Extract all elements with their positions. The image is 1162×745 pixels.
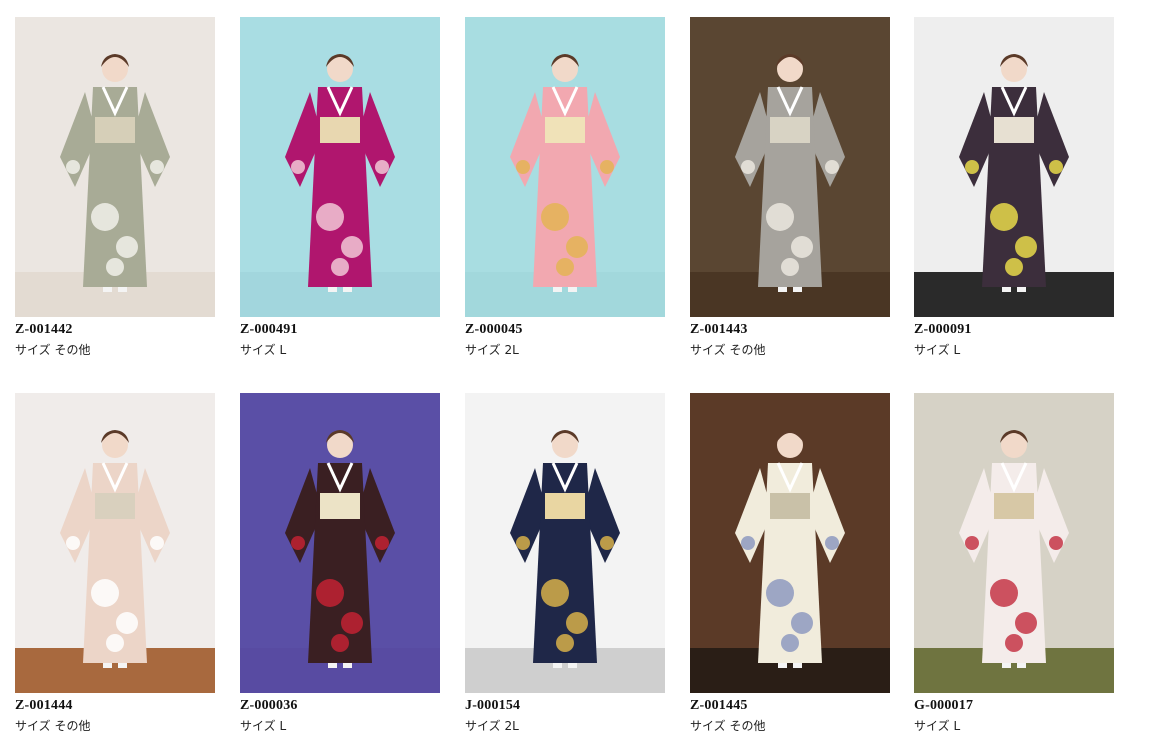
product-code[interactable]: Z-001442: [15, 321, 215, 338]
kimono-photo[interactable]: [465, 393, 665, 693]
furisode-figure-icon: [15, 393, 215, 693]
kimono-photo[interactable]: [465, 17, 665, 317]
furisode-figure-icon: [240, 17, 440, 317]
furisode-figure-icon: [690, 17, 890, 317]
product-code[interactable]: Z-000491: [240, 321, 440, 338]
kimono-photo[interactable]: [914, 17, 1114, 317]
product-code[interactable]: Z-001445: [690, 697, 890, 714]
kimono-photo[interactable]: [690, 17, 890, 317]
kimono-photo[interactable]: [690, 393, 890, 693]
product-size: サイズ その他: [690, 719, 766, 733]
product-card[interactable]: Z-001445 サイズ その他: [690, 393, 890, 734]
product-size: サイズ L: [914, 719, 961, 733]
product-size: サイズ その他: [15, 343, 91, 357]
kimono-catalog-grid: Z-001442 サイズ その他 Z-000491 サイズ L Z-000045…: [0, 0, 1162, 745]
product-code[interactable]: Z-001444: [15, 697, 215, 714]
furisode-figure-icon: [914, 393, 1114, 693]
product-size: サイズ その他: [690, 343, 766, 357]
product-code[interactable]: Z-000091: [914, 321, 1114, 338]
furisode-figure-icon: [690, 393, 890, 693]
product-card[interactable]: Z-000491 サイズ L: [240, 17, 440, 358]
product-card[interactable]: Z-000036 サイズ L: [240, 393, 440, 734]
product-code[interactable]: Z-001443: [690, 321, 890, 338]
product-code[interactable]: Z-000045: [465, 321, 665, 338]
product-card[interactable]: Z-001443 サイズ その他: [690, 17, 890, 358]
kimono-photo[interactable]: [240, 17, 440, 317]
furisode-figure-icon: [914, 17, 1114, 317]
product-size: サイズ L: [914, 343, 961, 357]
kimono-photo[interactable]: [240, 393, 440, 693]
furisode-figure-icon: [465, 393, 665, 693]
product-size: サイズ 2L: [465, 343, 519, 357]
product-size: サイズ 2L: [465, 719, 519, 733]
kimono-photo[interactable]: [914, 393, 1114, 693]
product-size: サイズ L: [240, 719, 287, 733]
product-code[interactable]: J-000154: [465, 697, 665, 714]
product-card[interactable]: Z-000091 サイズ L: [914, 17, 1114, 358]
furisode-figure-icon: [240, 393, 440, 693]
product-code[interactable]: Z-000036: [240, 697, 440, 714]
product-card[interactable]: Z-000045 サイズ 2L: [465, 17, 665, 358]
kimono-photo[interactable]: [15, 17, 215, 317]
furisode-figure-icon: [15, 17, 215, 317]
product-card[interactable]: Z-001442 サイズ その他: [15, 17, 215, 358]
furisode-figure-icon: [465, 17, 665, 317]
product-card[interactable]: G-000017 サイズ L: [914, 393, 1114, 734]
product-code[interactable]: G-000017: [914, 697, 1114, 714]
product-size: サイズ L: [240, 343, 287, 357]
kimono-photo[interactable]: [15, 393, 215, 693]
product-size: サイズ その他: [15, 719, 91, 733]
product-card[interactable]: J-000154 サイズ 2L: [465, 393, 665, 734]
product-card[interactable]: Z-001444 サイズ その他: [15, 393, 215, 734]
